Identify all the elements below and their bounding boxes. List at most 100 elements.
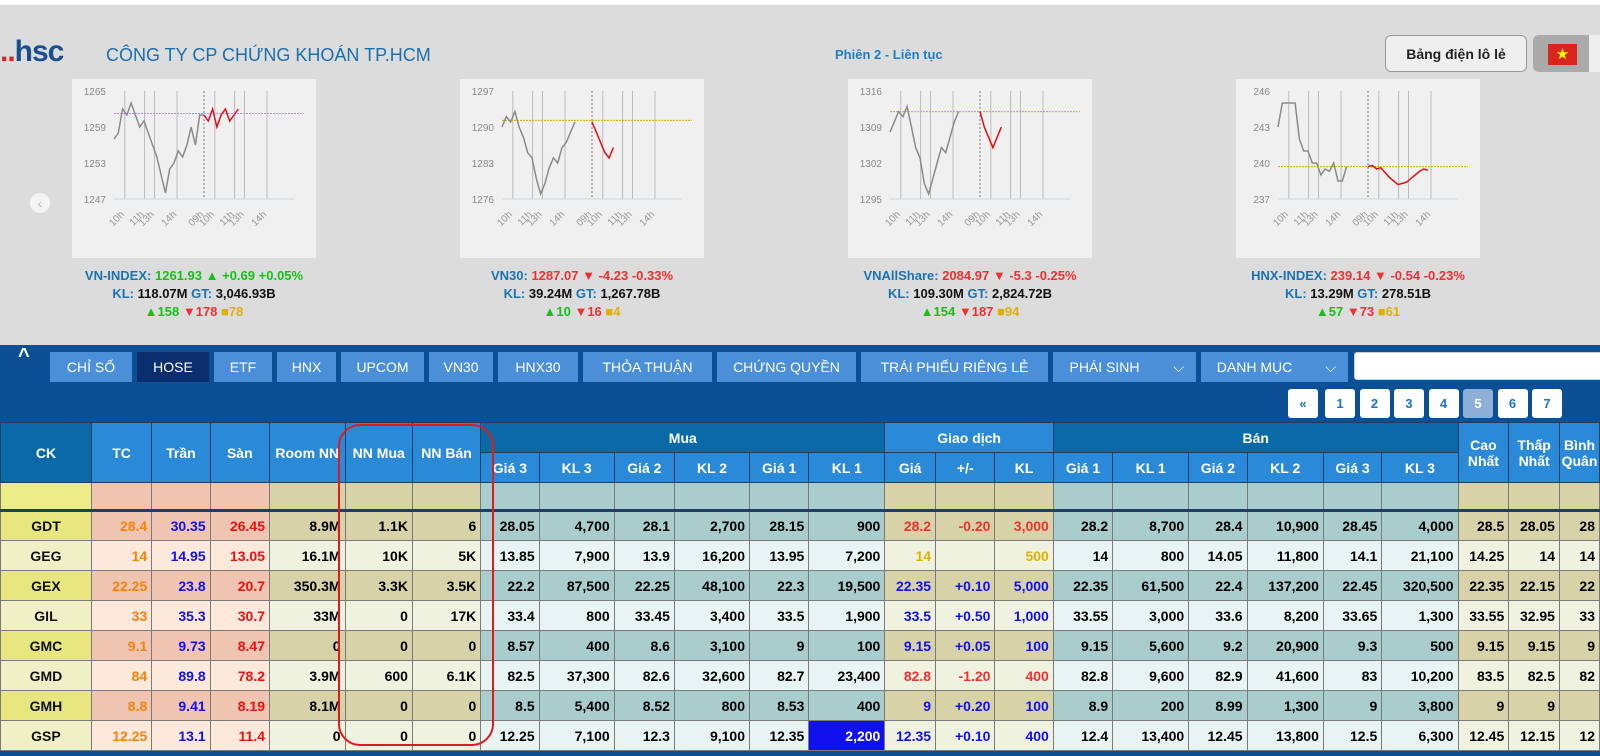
- tab-label: VN30: [443, 359, 479, 375]
- tab-thỏa-thuận[interactable]: THỎA THUẬN: [583, 352, 712, 382]
- tab-label: ETF: [229, 359, 257, 375]
- col-bid-2[interactable]: Giá 2: [613, 452, 675, 483]
- x-tick-label: 10h: [883, 209, 903, 229]
- col-match-1[interactable]: +/-: [935, 452, 996, 483]
- tab-vn30[interactable]: VN30: [429, 352, 493, 382]
- page-button-5[interactable]: 5: [1463, 389, 1493, 418]
- table-row[interactable]: GIL 33 35.3 30.7 33M 0 17K 33.4 800 33.45 3,400 33.…: [0, 600, 1600, 631]
- page-button-6[interactable]: 6: [1497, 389, 1528, 418]
- vietnam-flag-icon[interactable]: ★: [1548, 44, 1577, 65]
- col-ceiling[interactable]: Trần: [151, 422, 211, 483]
- page-button-2[interactable]: 2: [1359, 389, 1390, 418]
- col-bid-5[interactable]: KL 1: [808, 452, 886, 483]
- cell: 0: [344, 720, 413, 751]
- symbol-search-input[interactable]: [1354, 352, 1600, 380]
- table-row[interactable]: GDT 28.4 30.35 26.45 8.9M 1.1K 6 28.05 4,700 28.1…: [0, 510, 1600, 541]
- page-button-3[interactable]: 3: [1394, 389, 1424, 418]
- cell: 28.5: [1457, 510, 1510, 541]
- symbol-cell[interactable]: GEG: [0, 540, 92, 571]
- tab-upcom[interactable]: UPCOM: [341, 352, 424, 382]
- col-low[interactable]: Thấp Nhất: [1508, 422, 1560, 483]
- col-foreign-sell[interactable]: NN Bán: [411, 422, 482, 483]
- chevron-down-icon[interactable]: ⌵: [1173, 359, 1184, 376]
- decliners-count: ▼187: [958, 304, 994, 319]
- caret-up-icon[interactable]: ^: [18, 345, 30, 368]
- symbol-cell[interactable]: GSP: [0, 720, 92, 751]
- group-matched[interactable]: Giao dịch: [884, 422, 1054, 453]
- advancers-count: ▲10: [543, 304, 571, 319]
- page-prev-button[interactable]: «: [1288, 389, 1318, 418]
- col-ask-3[interactable]: KL 2: [1246, 452, 1324, 483]
- col-high[interactable]: Cao Nhất: [1457, 422, 1510, 483]
- table-row[interactable]: GEG 14 14.95 13.05 16.1M 10K 5K 13.85 7,900 13.9 1…: [0, 540, 1600, 571]
- table-row[interactable]: GSP 12.25 13.1 11.4 0 0 0 12.25 7,100 12.3 9,100 12…: [0, 720, 1600, 751]
- page-button-7[interactable]: 7: [1532, 389, 1562, 418]
- cell: 6.1K: [411, 660, 482, 691]
- cell: 22.35: [1457, 570, 1510, 601]
- symbol-cell[interactable]: GMC: [0, 630, 92, 661]
- index-summary: HNX-INDEX: 239.14 ▼ -0.54 -0.23% KL: 13.…: [1178, 267, 1538, 321]
- symbol-cell[interactable]: GIL: [0, 600, 92, 631]
- col-ask-0[interactable]: Giá 1: [1052, 452, 1114, 483]
- cell: 12.25: [480, 720, 540, 751]
- tab-label: HNX30: [515, 359, 561, 375]
- table-row[interactable]: GMH 8.8 9.41 8.19 8.1M 0 0 8.5 5,400 8.52 800 8.53 4…: [0, 690, 1600, 721]
- tab-hnx30[interactable]: HNX30: [498, 352, 578, 382]
- table-row[interactable]: GMC 9.1 9.73 8.47 0 0 0 8.57 400 8.6 3,100 9 100 9.15…: [0, 630, 1600, 661]
- cell: 12.15: [1508, 720, 1560, 751]
- page-button-4[interactable]: 4: [1428, 389, 1459, 418]
- tab-chứng-quyền[interactable]: CHỨNG QUYỀN: [717, 352, 856, 382]
- cell: 14: [884, 540, 937, 571]
- table-row[interactable]: GMD 84 89.8 78.2 3.9M 600 6.1K 82.5 37,300 82.6 32…: [0, 660, 1600, 691]
- cell: 21,100: [1381, 540, 1459, 571]
- x-tick-label: 14h: [1324, 209, 1344, 229]
- tab-chỉ-số[interactable]: CHỈ SỐ: [50, 352, 132, 382]
- tab-etf[interactable]: ETF: [214, 352, 272, 382]
- cell: 23.8: [151, 570, 211, 601]
- cell: 6: [411, 510, 482, 541]
- col-bid-1[interactable]: KL 3: [538, 452, 615, 483]
- tab-hose[interactable]: HOSE: [137, 352, 209, 382]
- col-average[interactable]: Bình Quân: [1558, 422, 1600, 483]
- index-value: 239.14: [1330, 268, 1371, 283]
- symbol-cell[interactable]: GMD: [0, 660, 92, 691]
- col-match-0[interactable]: Giá: [884, 452, 937, 483]
- tab-danh-mục[interactable]: DANH MỤC ⌵: [1201, 352, 1348, 382]
- cell: 9: [1322, 690, 1383, 721]
- symbol-cell[interactable]: GDT: [0, 510, 92, 541]
- tab-trái-phiếu-riêng-lẻ[interactable]: TRÁI PHIẾU RIÊNG LẺ: [861, 352, 1048, 382]
- table-row[interactable]: GEX 22.25 23.8 20.7 350.3M 3.3K 3.5K 22.2 87,500…: [0, 570, 1600, 601]
- group-bid[interactable]: Mua: [480, 422, 886, 453]
- symbol-cell[interactable]: GMH: [0, 690, 92, 721]
- tab-hnx[interactable]: HNX: [277, 352, 336, 382]
- col-bid-3[interactable]: KL 2: [673, 452, 751, 483]
- page-button-1[interactable]: 1: [1325, 389, 1355, 418]
- carousel-prev-icon[interactable]: ‹: [30, 193, 50, 213]
- group-ask[interactable]: Bán: [1052, 422, 1459, 453]
- col-tc[interactable]: TC: [90, 422, 153, 483]
- col-bid-0[interactable]: Giá 3: [480, 452, 540, 483]
- cell: 32,600: [673, 660, 751, 691]
- index-name: VNAllShare:: [863, 268, 939, 283]
- chevron-down-icon[interactable]: ⌵: [1325, 359, 1336, 376]
- language-switch[interactable]: ★: [1533, 35, 1600, 72]
- hsc-logo[interactable]: ..hsc: [0, 35, 64, 69]
- col-ask-4[interactable]: Giá 3: [1322, 452, 1383, 483]
- col-bid-4[interactable]: Giá 1: [748, 452, 810, 483]
- col-match-2[interactable]: KL: [994, 452, 1054, 483]
- odd-lot-board-button[interactable]: Bảng điện lô lẻ: [1385, 35, 1527, 72]
- col-ask-5[interactable]: KL 3: [1381, 452, 1459, 483]
- index-value: 1261.93: [154, 268, 202, 283]
- cell: 12.35: [884, 720, 937, 751]
- col-foreign-room[interactable]: Room NN: [269, 422, 346, 483]
- index-mini-chart: 246 243 240 237 10h 11h 13h 14h 09h 10h 11h 13h 14h: [1236, 79, 1480, 258]
- symbol-cell[interactable]: GEX: [0, 570, 92, 601]
- col-ask-2[interactable]: Giá 2: [1188, 452, 1248, 483]
- col-floor[interactable]: Sàn: [209, 422, 271, 483]
- col-foreign-buy[interactable]: NN Mua: [344, 422, 413, 483]
- cell: 33.5: [884, 600, 937, 631]
- tab-phái-sinh[interactable]: PHÁI SINH ⌵: [1053, 352, 1196, 382]
- col-ask-1[interactable]: KL 1: [1112, 452, 1190, 483]
- cell: 2,700: [673, 510, 751, 541]
- col-ck[interactable]: CK: [0, 422, 92, 483]
